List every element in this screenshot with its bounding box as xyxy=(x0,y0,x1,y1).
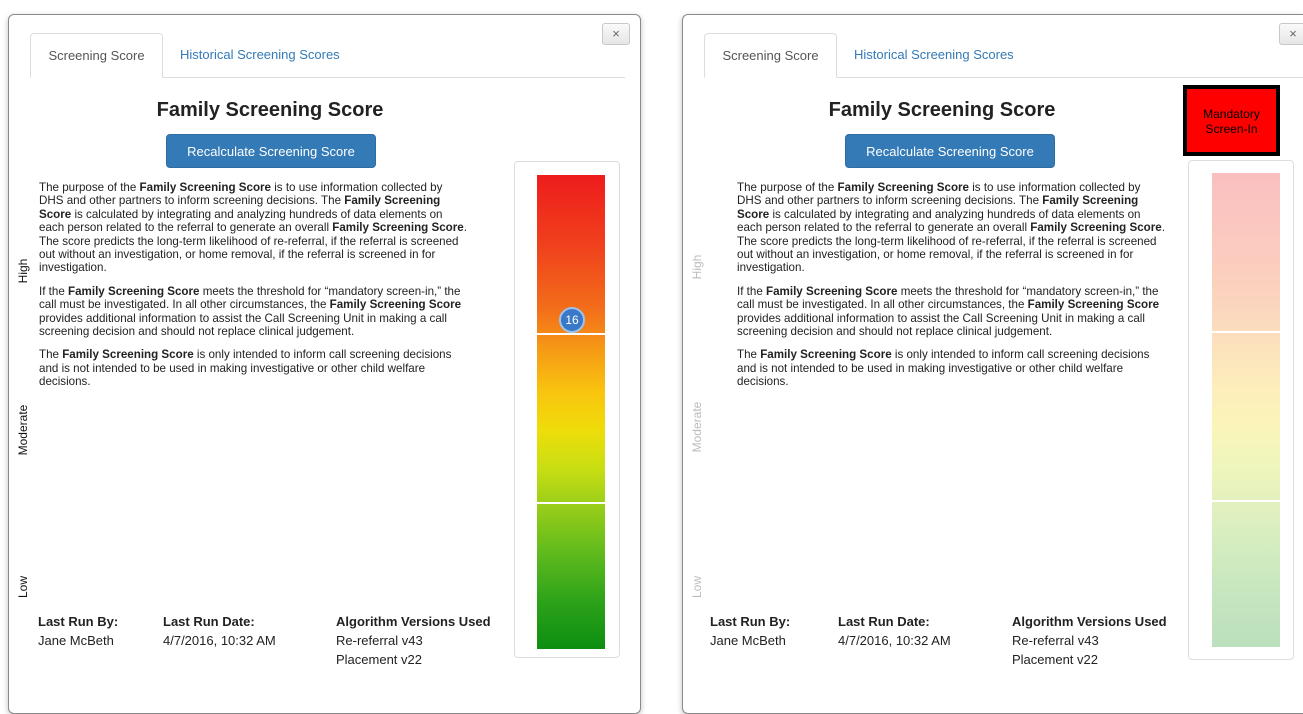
description-text: The purpose of the Family Screening Scor… xyxy=(737,181,1167,399)
zone-divider xyxy=(537,333,605,335)
zone-divider xyxy=(1212,331,1280,333)
emphasis-text: Family Screening Score xyxy=(329,298,462,312)
description-paragraph: The Family Screening Score is only inten… xyxy=(737,348,1150,389)
zone-label-high: High xyxy=(16,258,30,284)
zone-divider xyxy=(537,502,605,504)
last-run-date-value: 4/7/2016, 10:32 AM xyxy=(163,633,276,648)
zone-label-low: Low xyxy=(16,576,30,599)
zone-label-moderate: Moderate xyxy=(16,404,30,456)
emphasis-text: Family Screening Score xyxy=(737,194,1139,221)
algorithm-version-item: Placement v22 xyxy=(1012,652,1098,667)
algorithm-versions: Algorithm Versions Used Re-referral v43 … xyxy=(1012,612,1167,669)
algorithm-versions-label: Algorithm Versions Used xyxy=(1012,614,1167,629)
last-run-by-label: Last Run By: xyxy=(38,614,119,629)
screening-score-modal-left: × Screening Score Historical Screening S… xyxy=(8,14,641,714)
emphasis-text: Family Screening Score xyxy=(39,194,441,221)
zone-label-low: Low xyxy=(690,576,704,599)
description-paragraph: If the Family Screening Score meets the … xyxy=(737,284,1160,339)
score-gauge-bar xyxy=(537,175,605,649)
emphasis-text: Family Screening Score xyxy=(1030,221,1162,235)
emphasis-text: Family Screening Score xyxy=(139,181,271,194)
tab-bar: Screening Score Historical Screening Sco… xyxy=(30,33,625,78)
algorithm-version-item: Re-referral v43 xyxy=(336,633,423,648)
description-paragraph: If the Family Screening Score meets the … xyxy=(39,284,462,339)
tab-historical-screening-scores[interactable]: Historical Screening Scores xyxy=(854,33,1014,77)
tab-screening-score[interactable]: Screening Score xyxy=(30,33,163,78)
recalculate-screening-score-button[interactable]: Recalculate Screening Score xyxy=(166,134,376,168)
description-text: The purpose of the Family Screening Scor… xyxy=(39,181,469,399)
last-run-by: Last Run By: Jane McBeth xyxy=(38,612,118,650)
algorithm-versions-label: Algorithm Versions Used xyxy=(336,614,491,629)
last-run-date-label: Last Run Date: xyxy=(163,614,255,629)
emphasis-text: Family Screening Score xyxy=(68,284,200,298)
algorithm-version-item: Re-referral v43 xyxy=(1012,633,1099,648)
emphasis-text: Family Screening Score xyxy=(332,221,464,235)
last-run-by-label: Last Run By: xyxy=(710,614,791,629)
tab-bar: Screening Score Historical Screening Sco… xyxy=(704,33,1303,78)
description-paragraph: The purpose of the Family Screening Scor… xyxy=(737,181,1165,275)
last-run-date: Last Run Date: 4/7/2016, 10:32 AM xyxy=(838,612,951,650)
mandatory-screen-in-badge: Mandatory Screen-In xyxy=(1183,85,1280,156)
recalculate-screening-score-button[interactable]: Recalculate Screening Score xyxy=(845,134,1055,168)
emphasis-text: Family Screening Score xyxy=(760,348,892,362)
emphasis-text: Family Screening Score xyxy=(837,181,969,194)
description-paragraph: The purpose of the Family Screening Scor… xyxy=(39,181,467,275)
screening-score-modal-right: × Screening Score Historical Screening S… xyxy=(682,14,1303,714)
algorithm-version-item: Placement v22 xyxy=(336,652,422,667)
page-title: Family Screening Score xyxy=(156,99,384,121)
last-run-by-value: Jane McBeth xyxy=(710,633,786,648)
emphasis-text: Family Screening Score xyxy=(1027,298,1160,312)
description-paragraph: The Family Screening Score is only inten… xyxy=(39,348,452,389)
last-run-date-value: 4/7/2016, 10:32 AM xyxy=(838,633,951,648)
algorithm-versions: Algorithm Versions Used Re-referral v43 … xyxy=(336,612,491,669)
zone-label-high: High xyxy=(690,254,704,280)
last-run-by: Last Run By: Jane McBeth xyxy=(710,612,790,650)
last-run-date-label: Last Run Date: xyxy=(838,614,930,629)
score-gauge-bar xyxy=(1212,173,1280,647)
tab-historical-screening-scores[interactable]: Historical Screening Scores xyxy=(180,33,340,77)
last-run-date: Last Run Date: 4/7/2016, 10:32 AM xyxy=(163,612,276,650)
zone-label-moderate: Moderate xyxy=(690,401,704,453)
page-title: Family Screening Score xyxy=(828,99,1056,121)
emphasis-text: Family Screening Score xyxy=(766,284,898,298)
tab-screening-score[interactable]: Screening Score xyxy=(704,33,837,78)
last-run-by-value: Jane McBeth xyxy=(38,633,114,648)
emphasis-text: Family Screening Score xyxy=(62,348,194,362)
zone-divider xyxy=(1212,500,1280,502)
score-badge: 16 xyxy=(559,307,585,333)
